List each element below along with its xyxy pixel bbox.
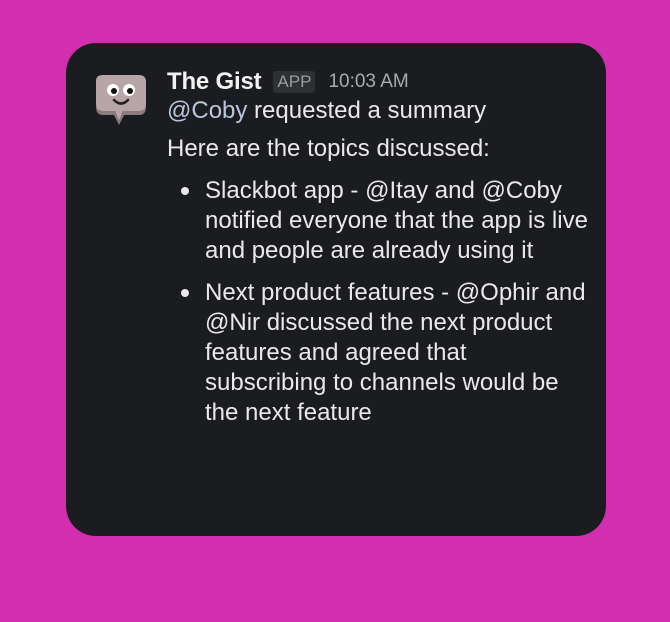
request-text: requested a summary xyxy=(247,97,487,124)
summary-intro: Here are the topics discussed: xyxy=(167,135,490,162)
request-line: @Coby requested a summary xyxy=(167,96,587,126)
bullet-icon xyxy=(181,187,189,195)
topic-text: Slackbot app - @Itay and @Coby notified … xyxy=(205,177,588,264)
message-card: The Gist APP 10:03 AM @Coby requested a … xyxy=(66,43,606,536)
timestamp[interactable]: 10:03 AM xyxy=(328,71,408,93)
list-item: Next product features - @Ophir and @Nir … xyxy=(167,278,590,428)
bot-avatar[interactable] xyxy=(88,71,154,135)
bot-name[interactable]: The Gist xyxy=(167,68,262,96)
topic-list: Slackbot app - @Itay and @Coby notified … xyxy=(167,176,590,428)
message-content: The Gist APP 10:03 AM @Coby requested a … xyxy=(167,68,590,440)
bullet-icon xyxy=(181,289,189,297)
topic-text: Next product features - @Ophir and @Nir … xyxy=(205,279,586,426)
list-item: Slackbot app - @Itay and @Coby notified … xyxy=(167,176,590,266)
speech-bubble-mascot-icon xyxy=(96,75,146,125)
app-badge: APP xyxy=(273,71,316,93)
message-header: The Gist APP 10:03 AM xyxy=(167,68,587,96)
user-mention[interactable]: @Coby xyxy=(167,97,247,124)
